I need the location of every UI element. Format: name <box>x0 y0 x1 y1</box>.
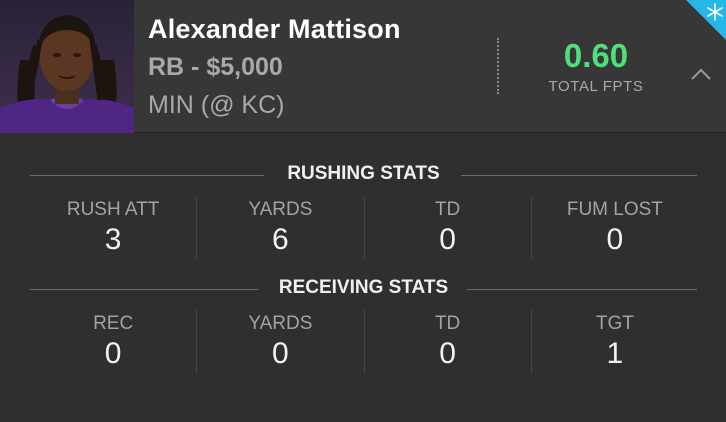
stat-value: 0 <box>272 337 289 370</box>
stat-value: 0 <box>606 223 624 256</box>
total-fpts-label: TOTAL FPTS <box>548 78 644 95</box>
stat-label: TD <box>434 199 461 220</box>
stat-label: YARDS <box>248 199 313 220</box>
stat-rec-td: TD 0 <box>363 310 531 374</box>
stat-rush-yards: YARDS 6 <box>196 196 363 260</box>
total-fpts-value: 0.60 <box>563 37 629 74</box>
position-salary: RB - $5,000 <box>148 53 283 81</box>
chevron-up-icon[interactable] <box>689 66 713 82</box>
snowflake-icon <box>686 0 726 40</box>
stat-label: TGT <box>595 313 634 334</box>
stat-tgt: TGT 1 <box>530 310 698 374</box>
player-stats-card: Alexander Mattison RB - $5,000 MIN (@ KC… <box>0 0 726 422</box>
receiving-stats-header: RECEIVING STATS <box>30 277 697 301</box>
section-divider-right <box>461 175 697 176</box>
stat-rec: REC 0 <box>30 310 196 374</box>
receiving-stats-title: RECEIVING STATS <box>278 277 449 298</box>
stat-label: FUM LOST <box>566 199 663 220</box>
stat-label: REC <box>93 313 134 334</box>
stat-value: 0 <box>439 337 456 370</box>
stat-label: RUSH ATT <box>66 199 160 220</box>
matchup: MIN (@ KC) <box>148 91 285 119</box>
stat-label: YARDS <box>248 313 313 334</box>
header-divider <box>497 38 499 94</box>
player-photo <box>0 15 134 133</box>
stat-value: 0 <box>439 223 456 256</box>
stat-value: 3 <box>104 223 122 256</box>
stat-value: 6 <box>272 223 289 256</box>
stat-fum-lost: FUM LOST 0 <box>530 196 698 260</box>
stat-rush-att: RUSH ATT 3 <box>30 196 196 260</box>
player-name: Alexander Mattison <box>148 14 401 44</box>
section-divider-right <box>467 289 697 290</box>
stat-value: 1 <box>606 337 624 370</box>
stat-rec-yards: YARDS 0 <box>196 310 363 374</box>
stat-rush-td: TD 0 <box>363 196 531 260</box>
player-avatar <box>0 0 134 133</box>
rushing-stats-header: RUSHING STATS <box>30 163 697 187</box>
rushing-stats-title: RUSHING STATS <box>287 163 440 184</box>
player-header: Alexander Mattison RB - $5,000 MIN (@ KC… <box>0 0 726 133</box>
stat-label: TD <box>434 313 461 334</box>
stat-value: 0 <box>104 337 122 370</box>
rushing-stats-row: RUSH ATT 3 YARDS 6 TD 0 FUM LOST 0 <box>30 196 698 260</box>
receiving-stats-row: REC 0 YARDS 0 TD 0 TGT 1 <box>30 310 698 374</box>
